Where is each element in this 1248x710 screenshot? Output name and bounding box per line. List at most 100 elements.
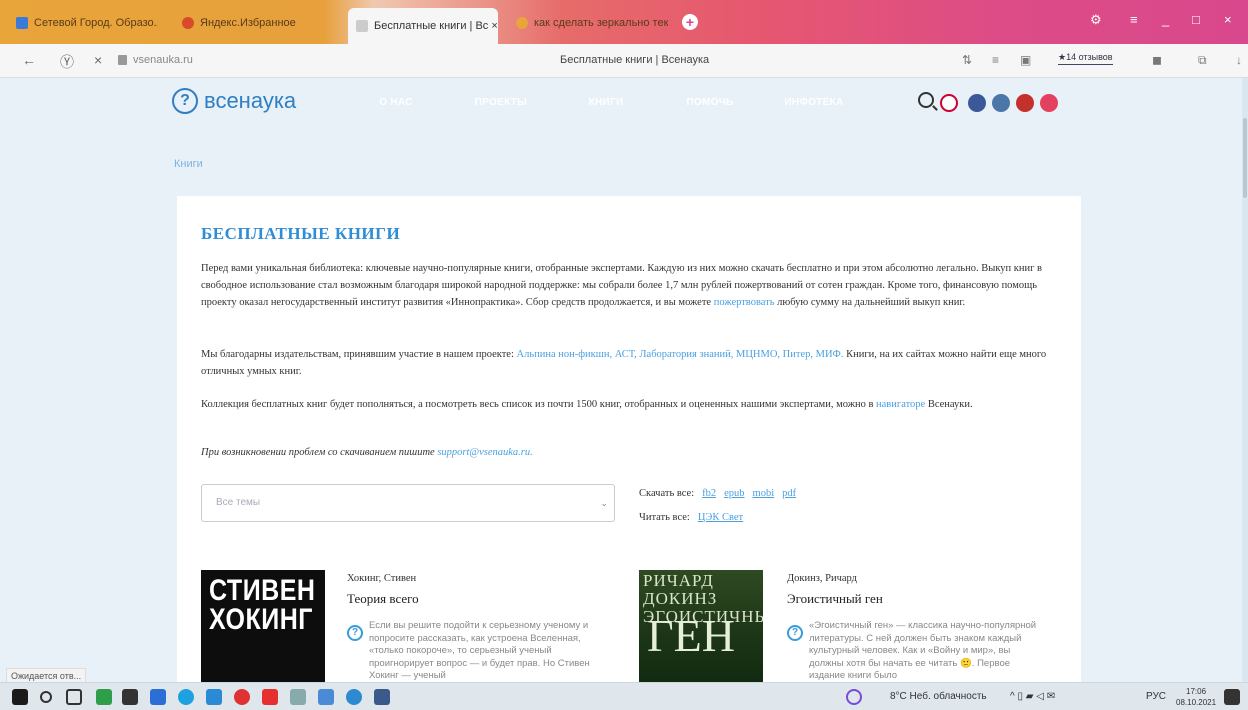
nav-infoteka-button[interactable]: ИНФОТЕКА [768,89,860,117]
browser-tab[interactable]: Яндекс.Избранное [174,10,324,36]
protect-icon[interactable]: ▣ [1020,53,1031,67]
menu-icon[interactable]: ≡ [1130,12,1138,27]
alice-icon[interactable] [846,689,862,705]
download-fb2-link[interactable]: fb2 [702,488,716,499]
collections-icon[interactable]: ⧉ [1198,53,1207,68]
yandex-icon[interactable]: Ⓨ [60,52,74,72]
app-icon[interactable] [374,689,390,705]
url-text: vsenauka.ru [133,54,193,66]
tab-favicon-icon [516,17,528,29]
nav-help-button[interactable]: ПОМОЧЬ [664,89,756,117]
back-arrow-icon[interactable]: ← [22,52,36,68]
search-icon[interactable] [918,92,934,108]
store-icon[interactable] [122,689,138,705]
language-indicator[interactable]: РУС [1146,691,1166,702]
support-paragraph: При возникновении проблем со скачиванием… [201,444,1051,461]
download-epub-link[interactable]: epub [724,488,744,499]
app-icon[interactable] [150,689,166,705]
download-mobi-link[interactable]: mobi [753,488,775,499]
book-title[interactable]: Эгоистичный ген [787,591,883,607]
collection-paragraph: Коллекция бесплатных книг будет пополнят… [201,396,1051,413]
close-window-button[interactable]: × [1224,12,1232,27]
logo-text: всенаука [204,88,297,113]
account-icon[interactable] [940,94,958,112]
tab-label: Сетевой Город. Образо... [34,17,158,29]
navigator-link[interactable]: навигаторе [876,399,925,410]
app-icon[interactable] [290,689,306,705]
text: Мы благодарны издательствам, принявшим у… [201,349,517,360]
app-icon[interactable] [206,689,222,705]
content-card: БЕСПЛАТНЫЕ КНИГИ Перед вами уникальная б… [177,196,1081,686]
browser-tab[interactable]: Сетевой Город. Образо... [8,10,158,36]
question-icon: ? [347,625,363,641]
download-all-row: Скачать все: fb2 epub mobi pdf [639,488,796,499]
tab-favicon-icon [182,17,194,29]
instagram-icon[interactable] [1040,94,1058,112]
breadcrumb[interactable]: Книги [174,158,203,170]
browser-tab-active[interactable]: Бесплатные книги | Вс × [348,8,498,44]
text: любую сумму на дальнейший выкуп книг. [774,297,966,308]
clock-date: 08.10.2021 [1176,698,1217,707]
notifications-icon[interactable] [1224,689,1240,705]
url-field[interactable]: vsenauka.ru [118,54,193,66]
book-cover[interactable]: СТИВЕН ХОКИНГ [201,570,325,686]
page-scrollbar[interactable] [1242,78,1248,682]
book-cover[interactable]: РИЧАРД ДОКИНЗ ЭГОИСТИЧНЫЙ ГЕН [639,570,763,686]
clock[interactable]: 17:06 08.10.2021 [1176,686,1216,708]
book-description: «Эгоистичный ген» — классика научно-попу… [809,620,1037,681]
vk-icon[interactable] [992,94,1010,112]
read-all-row: Читать все: ЦЭК Свет [639,512,743,523]
support-email-link[interactable]: support@vsenauka.ru. [437,447,532,458]
site-logo[interactable]: ? всенаука [172,88,296,114]
nav-about-button[interactable]: О НАС [350,89,442,117]
read-all-label: Читать все: [639,512,690,523]
translate-icon[interactable]: ⇅ [962,53,972,67]
lock-icon [118,55,127,65]
book-author: Докинз, Ричард [787,573,858,584]
nav-projects-button[interactable]: ПРОЕКТЫ [454,89,548,117]
facebook-icon[interactable] [968,94,986,112]
tab-label: как сделать зеркально тек [534,17,668,29]
minimize-button[interactable]: _ [1162,12,1169,27]
search-icon[interactable] [40,691,52,703]
download-pdf-link[interactable]: pdf [782,488,796,499]
reviews-link[interactable]: ★14 отзывов [1058,52,1113,65]
topic-select[interactable]: Все темы ⌄ [201,484,615,522]
logo-mark-icon: ? [172,88,198,114]
donate-link[interactable]: пожертвовать [714,297,775,308]
bookmark-icon[interactable]: ◼ [1152,53,1162,67]
select-value: Все темы [216,497,261,508]
app-icon[interactable] [318,689,334,705]
edge-icon[interactable] [178,689,194,705]
start-icon[interactable] [12,689,28,705]
app-icon[interactable] [96,689,112,705]
browser-tab-strip: Сетевой Город. Образо... Яндекс.Избранно… [0,0,1248,44]
task-view-icon[interactable] [66,689,82,705]
publishers-link[interactable]: Альпина нон-фикшн, АСТ, Лаборатория знан… [517,349,844,360]
reader-icon[interactable]: ≡ [992,53,999,67]
scrollbar-thumb[interactable] [1243,118,1247,198]
download-icon[interactable]: ↓ [1236,53,1242,67]
book-title[interactable]: Теория всего [347,591,419,607]
download-all-label: Скачать все: [639,488,695,499]
nav-books-button[interactable]: КНИГИ [560,89,652,117]
cover-text-big: ГЕН [647,610,735,661]
text: Коллекция бесплатных книг будет пополнят… [201,399,877,410]
question-icon: ? [787,625,803,641]
yandex-browser-icon[interactable] [262,689,278,705]
settings-icon[interactable]: ⚙ [1090,12,1102,28]
maximize-button[interactable]: □ [1192,12,1200,27]
intro-paragraph: Перед вами уникальная библиотека: ключев… [201,260,1051,311]
browser-tab[interactable]: как сделать зеркально тек [508,10,668,36]
book-description: Если вы решите подойти к серьезному учен… [369,620,590,681]
tray-icons[interactable]: ^ ▯ ▰ ◁ ✉ [1010,691,1055,702]
opera-icon[interactable] [234,689,250,705]
app-icon[interactable] [346,689,362,705]
new-tab-button[interactable]: + [682,14,698,30]
youtube-icon[interactable] [1016,94,1034,112]
address-bar: ← Ⓨ × vsenauka.ru Бесплатные книги | Все… [0,44,1248,78]
read-all-link[interactable]: ЦЭК Свет [698,512,743,523]
stop-icon[interactable]: × [94,52,102,68]
tab-label: Яндекс.Избранное [200,17,296,29]
weather-text[interactable]: 8°C Неб. облачность [890,691,987,702]
